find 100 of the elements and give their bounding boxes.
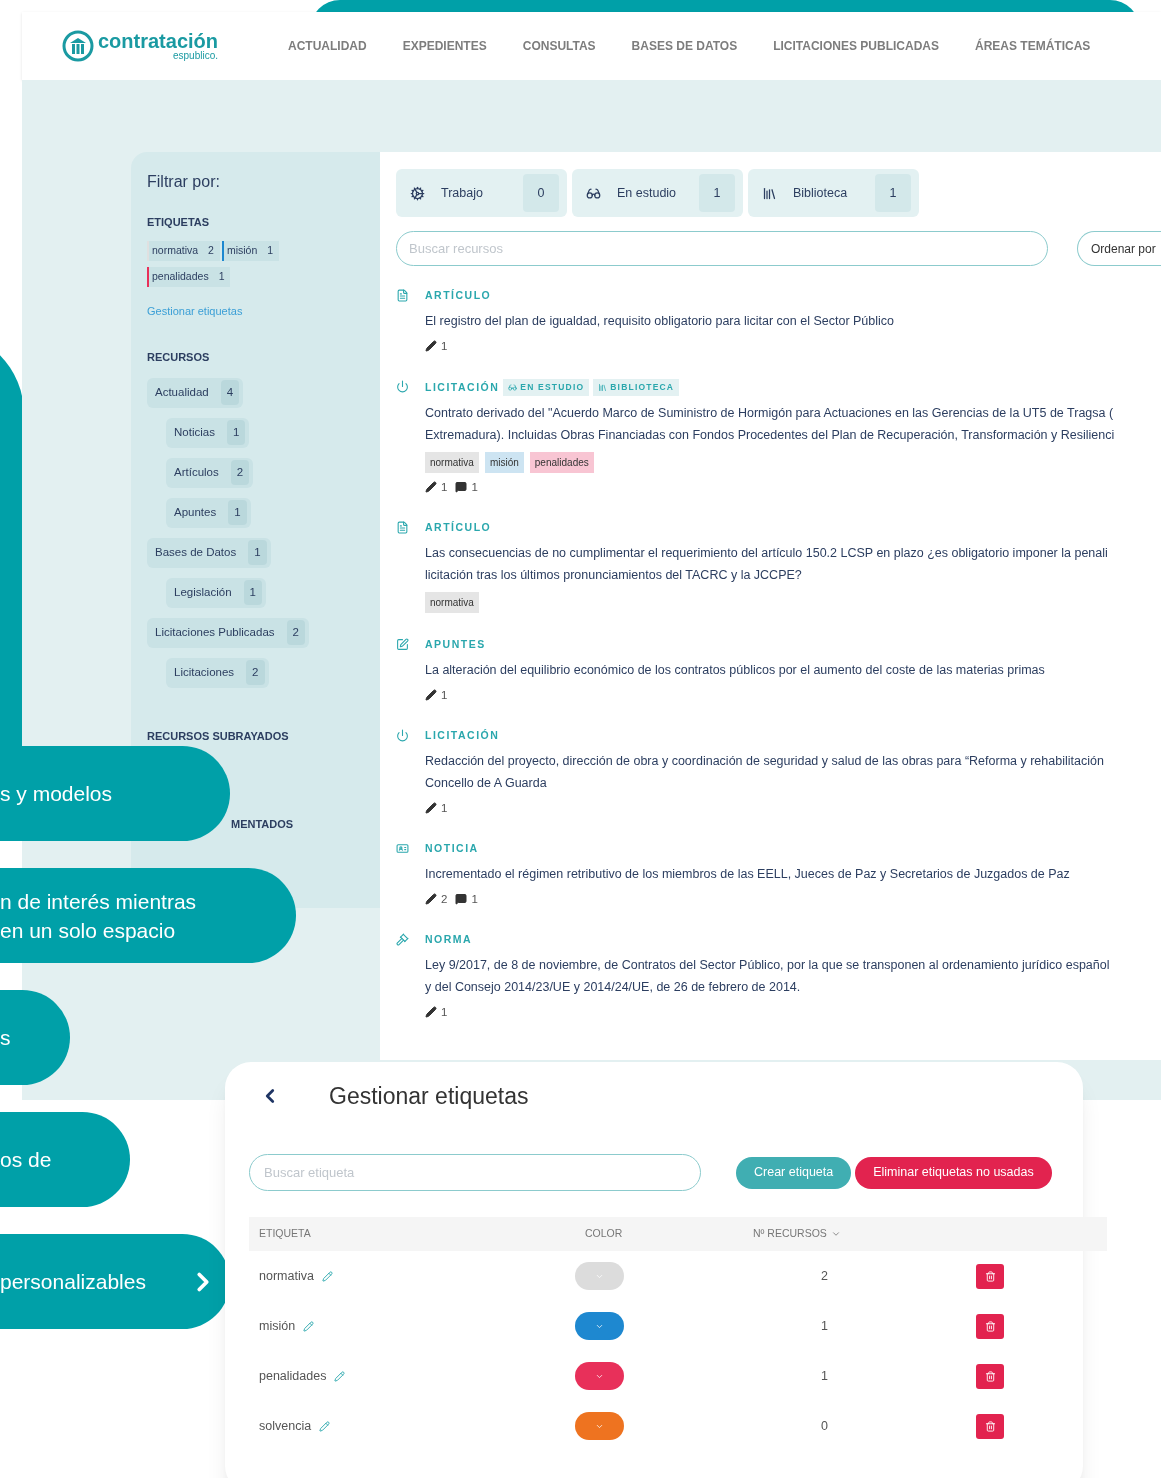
- note-count: 1: [441, 687, 448, 703]
- resource-count: 2: [821, 1267, 829, 1285]
- feature-text: s y modelos: [0, 781, 113, 807]
- gears-icon: [410, 185, 425, 201]
- resource-title[interactable]: El registro del plan de igualdad, requisito obligatorio para licitar con el Sector Público: [425, 309, 895, 332]
- tag-filter[interactable]: misión 1: [221, 240, 280, 261]
- nav-link[interactable]: BASES DE DATOS: [631, 37, 738, 55]
- resource-filter[interactable]: Actualidad 4: [147, 377, 244, 408]
- delete-button[interactable]: [976, 1413, 1004, 1439]
- column-header: ETIQUETA: [258, 1226, 312, 1242]
- note-count: 2: [441, 891, 448, 907]
- trash-icon: [984, 1320, 996, 1332]
- list-tab[interactable]: Trabajo 0: [396, 169, 567, 217]
- sort-caret-icon: [830, 1229, 841, 1239]
- resource-title[interactable]: Ley 9/2017, de 8 de noviembre, de Contratos del Sector Público, por la que se transponen al ordenamiento jurídico español y del Consejo 2014/23/UE y 2014/24/UE, de 26 de febrero de 2014.: [425, 953, 1110, 998]
- dialog-title: Gestionar etiquetas: [329, 1081, 529, 1111]
- resource-filter[interactable]: Licitaciones Publicadas 2: [147, 617, 309, 648]
- resource-type: ARTÍCULO: [425, 520, 492, 535]
- resource-type: LICITACIÓN: [425, 727, 500, 743]
- resource-filter[interactable]: Artículos 2: [166, 457, 254, 488]
- note-count: 1: [441, 479, 448, 495]
- resource-title[interactable]: Contrato derivado del "Acuerdo Marco de Suministro de Hormigón para Actuaciones en las Gerencias de la UT5 de Tragsa ( Extremadura). Incluidas Obras Financiadas con Fondos Procedentes del Plan de Recuperación, Transformación y Resilienci: [425, 401, 1115, 446]
- color-picker[interactable]: [575, 1412, 624, 1440]
- resource-type: LICITACIÓN: [425, 379, 500, 395]
- section-heading: RECURSOS: [147, 350, 211, 365]
- resource-type: NORMA: [425, 931, 473, 947]
- section-heading: RECURSOS SUBRAYADOS: [147, 728, 290, 744]
- resource-title[interactable]: Redacción del proyecto, dirección de obra y coordinación de seguridad y salud de las obras para “Reforma y rehabilitación Concello de A Guarda: [425, 749, 1104, 794]
- tag-name: penalidades: [259, 1367, 327, 1385]
- power-icon: [396, 728, 409, 742]
- resource-title[interactable]: Las consecuencias de no cumplimentar el requerimiento del artículo 150.2 LCSP en plazo ¿es obligatorio imponer la penali licitación tras los últimos pronunciamientos del TACRC y la JCCPE?: [425, 541, 1108, 586]
- glasses-icon: [508, 382, 518, 392]
- comment-count: 1: [471, 479, 478, 495]
- resource-filter[interactable]: Bases de Datos 1: [147, 537, 271, 568]
- delete-unused-button[interactable]: Eliminar etiquetas no usadas: [855, 1156, 1052, 1189]
- nav-link[interactable]: LICITACIONES PUBLICADAS: [773, 37, 939, 55]
- comment-icon: [455, 481, 468, 494]
- tag-filter[interactable]: penalidades 1: [147, 266, 231, 287]
- list-tab[interactable]: En estudio 1: [572, 169, 743, 217]
- books-icon: [598, 382, 608, 392]
- comment-count: 1: [471, 891, 478, 907]
- feature-text: s: [0, 1025, 11, 1051]
- feature-text: os de: [0, 1147, 52, 1173]
- note-count: 1: [441, 800, 448, 816]
- power-icon: [396, 380, 409, 393]
- status-badge: BIBLIOTECA: [593, 379, 680, 396]
- color-picker[interactable]: [575, 1262, 624, 1290]
- edit-icon[interactable]: [321, 1270, 333, 1282]
- tag-chip: normativa: [425, 591, 479, 613]
- trash-icon: [984, 1420, 996, 1432]
- edit-icon[interactable]: [319, 1420, 331, 1432]
- list-tab[interactable]: Biblioteca 1: [748, 169, 919, 217]
- nav-link[interactable]: EXPEDIENTES: [402, 37, 487, 55]
- resource-title[interactable]: Incrementado el régimen retributivo de los miembros de las EELL, Jueces de Paz y Secretarios de Juzgados de Paz: [425, 862, 1070, 885]
- resource-filter[interactable]: Apuntes 1: [166, 497, 251, 528]
- pencil-icon: [425, 689, 437, 702]
- edit-icon[interactable]: [303, 1320, 315, 1332]
- resource-type: NOTICIA: [425, 840, 479, 856]
- nav-link[interactable]: CONSULTAS: [522, 37, 596, 55]
- delete-button[interactable]: [976, 1313, 1004, 1339]
- edit-icon[interactable]: [334, 1370, 346, 1382]
- logo[interactable]: contratación espublico.: [62, 30, 219, 62]
- resource-filter[interactable]: Licitaciones 2: [166, 657, 269, 688]
- pencil-icon: [425, 481, 437, 494]
- resource-title[interactable]: La alteración del equilibrio económico de los contratos públicos por el aumento del coste de las materias primas: [425, 658, 1045, 681]
- trash-icon: [984, 1370, 996, 1382]
- section-heading: ETIQUETAS: [147, 215, 211, 230]
- resource-count: 0: [821, 1417, 829, 1435]
- color-picker[interactable]: [575, 1362, 624, 1390]
- tag-filter[interactable]: normativa 2: [147, 240, 220, 261]
- delete-button[interactable]: [976, 1263, 1004, 1289]
- nav-link[interactable]: ÁREAS TEMÁTICAS: [974, 37, 1091, 55]
- edit-icon: [396, 637, 409, 651]
- note-count: 1: [441, 338, 448, 354]
- color-picker[interactable]: [575, 1312, 624, 1340]
- tag-search-field[interactable]: Buscar etiqueta: [249, 1154, 701, 1191]
- resource-type: APUNTES: [425, 636, 486, 652]
- pencil-icon: [425, 1006, 437, 1019]
- pencil-icon: [425, 893, 437, 906]
- column-header: COLOR: [584, 1226, 624, 1242]
- feature-text: n de interés mientras en un solo espacio: [0, 888, 197, 944]
- search-field[interactable]: Buscar recursos: [396, 231, 1048, 266]
- feature-text: personalizables: [0, 1269, 146, 1295]
- document-icon: [396, 521, 409, 534]
- tag-chip: misión: [484, 451, 524, 473]
- gavel-icon: [396, 932, 409, 946]
- pencil-icon: [425, 802, 437, 815]
- trash-icon: [984, 1270, 996, 1282]
- tag-name: solvencia: [259, 1417, 312, 1435]
- card-icon: [396, 841, 409, 855]
- section-heading: MENTADOS: [231, 817, 295, 832]
- filter-title: Filtrar por:: [147, 172, 221, 192]
- resource-filter[interactable]: Legislación 1: [166, 577, 266, 608]
- column-header[interactable]: Nº RECURSOS: [725, 1226, 841, 1242]
- nav-link[interactable]: ACTUALIDAD: [288, 37, 367, 55]
- document-icon: [396, 289, 409, 302]
- resource-filter[interactable]: Noticias 1: [166, 417, 250, 448]
- comment-icon: [455, 893, 468, 906]
- tag-name: normativa: [259, 1267, 314, 1285]
- delete-button[interactable]: [976, 1363, 1004, 1389]
